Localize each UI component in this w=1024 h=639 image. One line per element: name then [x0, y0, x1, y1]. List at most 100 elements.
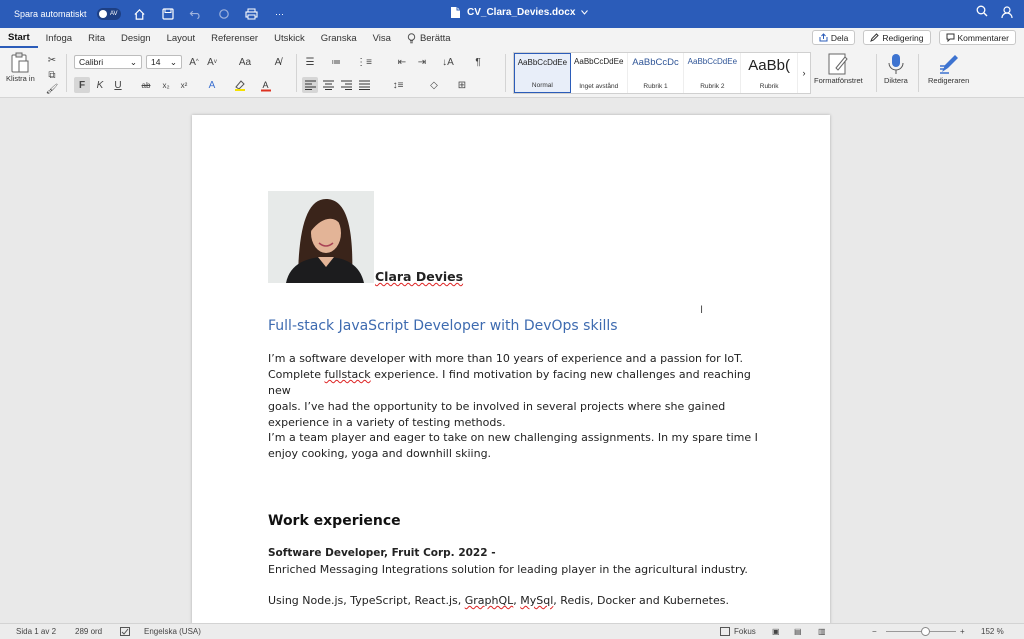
zoom-out-icon[interactable]: −: [872, 627, 877, 636]
intro-paragraph: I’m a software developer with more than …: [268, 352, 751, 429]
zoom-slider-knob[interactable]: [921, 627, 930, 636]
gallery-next-icon[interactable]: ›: [798, 53, 810, 93]
tab-rita[interactable]: Rita: [80, 28, 113, 48]
subscript-icon[interactable]: x₂: [158, 77, 174, 93]
font-size-select[interactable]: 14 ⌄: [146, 55, 182, 69]
tab-layout[interactable]: Layout: [159, 28, 204, 48]
editing-button[interactable]: Redigering: [863, 30, 931, 45]
bullets-icon[interactable]: ☰: [302, 54, 318, 70]
file-name: CV_Clara_Devies.docx: [467, 7, 576, 18]
tab-visa[interactable]: Visa: [365, 28, 399, 48]
second-paragraph: I’m a team player and eager to take on n…: [268, 431, 758, 460]
undo-icon[interactable]: [187, 5, 205, 23]
justify-icon[interactable]: [356, 77, 372, 93]
separator: [505, 54, 506, 92]
tab-referenser[interactable]: Referenser: [203, 28, 266, 48]
job-description: Enriched Messaging Integrations solution…: [268, 563, 748, 576]
tab-granska[interactable]: Granska: [313, 28, 365, 48]
search-icon[interactable]: [976, 5, 988, 17]
align-right-icon[interactable]: [338, 77, 354, 93]
more-icon[interactable]: ⋯: [271, 5, 289, 23]
chevron-down-icon: ⌄: [169, 56, 177, 67]
profile-photo[interactable]: [268, 191, 374, 283]
shading-icon[interactable]: ◇: [426, 77, 442, 93]
shrink-font-icon[interactable]: Av: [204, 54, 220, 70]
autosave-toggle[interactable]: AV: [96, 8, 121, 20]
format-painter-icon[interactable]: 🖌: [44, 81, 60, 97]
clear-formatting-icon[interactable]: A̸: [270, 54, 286, 70]
cut-icon[interactable]: ✂: [44, 52, 60, 68]
svg-text:A: A: [263, 80, 269, 90]
tab-beratta[interactable]: Berätta: [399, 28, 459, 48]
candidate-name: Clara Devies: [375, 269, 464, 284]
document-page[interactable]: Clara Devies Full-stack JavaScript Devel…: [192, 115, 830, 625]
zoom-in-icon[interactable]: +: [960, 627, 965, 636]
tab-utskick[interactable]: Utskick: [266, 28, 313, 48]
multilevel-list-icon[interactable]: ⋮≡: [356, 54, 372, 70]
highlight-icon[interactable]: [232, 77, 248, 93]
autosave-label: Spara automatiskt: [14, 9, 87, 19]
numbering-icon[interactable]: ≔: [328, 54, 344, 70]
print-icon[interactable]: [243, 5, 261, 23]
sort-icon[interactable]: ↓A: [440, 54, 456, 70]
language-indicator[interactable]: Engelska (USA): [144, 627, 201, 636]
microphone-icon: [888, 54, 904, 74]
focus-icon[interactable]: [720, 627, 730, 638]
italic-button[interactable]: K: [92, 77, 108, 93]
text-effects-icon[interactable]: A: [204, 77, 220, 93]
underline-button[interactable]: U: [110, 77, 126, 93]
styles-pane-button[interactable]: Formatfönstret: [814, 52, 863, 85]
pencil-icon: [870, 33, 880, 42]
separator: [66, 54, 67, 92]
change-case-icon[interactable]: Aa: [234, 54, 256, 70]
font-color-icon[interactable]: A: [258, 77, 274, 93]
save-icon[interactable]: [159, 5, 177, 23]
tab-design[interactable]: Design: [113, 28, 159, 48]
share-button[interactable]: Dela: [811, 30, 856, 45]
grow-font-icon[interactable]: A ^: [186, 54, 202, 70]
style-no-spacing[interactable]: AaBbCcDdEe Inget avstånd: [571, 53, 628, 93]
comments-button[interactable]: Kommentarer: [938, 30, 1016, 45]
zoom-level[interactable]: 152 %: [981, 627, 1004, 636]
paste-button[interactable]: Klistra in: [6, 52, 35, 83]
print-layout-icon[interactable]: ▣: [772, 627, 780, 636]
editor-button[interactable]: Redigeraren: [928, 52, 969, 85]
strikethrough-icon[interactable]: ab: [138, 77, 154, 93]
title-bar: Spara automatiskt AV ⋯ CV_Clara_Devies.d…: [0, 0, 1024, 28]
increase-indent-icon[interactable]: ⇥: [414, 54, 430, 70]
align-center-icon[interactable]: [320, 77, 336, 93]
style-heading-1[interactable]: AaBbCcDc Rubrik 1: [628, 53, 685, 93]
proofing-icon[interactable]: [120, 627, 130, 638]
borders-icon[interactable]: ⊞: [454, 77, 470, 93]
focus-label[interactable]: Fokus: [734, 627, 756, 636]
dictate-button[interactable]: Diktera: [884, 52, 908, 85]
document-icon: [451, 7, 460, 18]
font-name-select[interactable]: Calibri ⌄: [74, 55, 142, 69]
style-heading-2[interactable]: AaBbCcDdEe Rubrik 2: [684, 53, 742, 93]
home-icon[interactable]: [131, 5, 149, 23]
align-left-icon[interactable]: [302, 77, 318, 93]
account-icon[interactable]: [1000, 5, 1014, 19]
word-count[interactable]: 289 ord: [75, 627, 102, 636]
tab-infoga[interactable]: Infoga: [38, 28, 80, 48]
pilcrow-icon[interactable]: ¶: [470, 54, 486, 70]
superscript-icon[interactable]: x²: [176, 77, 192, 93]
style-normal[interactable]: AaBbCcDdEe Normal: [514, 53, 571, 93]
line-spacing-icon[interactable]: ↕≡: [390, 77, 406, 93]
headline: Full-stack JavaScript Developer with Dev…: [268, 318, 618, 334]
job-title: Software Developer, Fruit Corp. 2022 -: [268, 547, 496, 559]
separator: [296, 54, 297, 92]
chevron-down-icon: ⌄: [129, 56, 137, 67]
bold-button[interactable]: F: [74, 77, 90, 93]
page-count[interactable]: Sida 1 av 2: [16, 627, 56, 636]
style-title[interactable]: AaBb( Rubrik: [741, 53, 799, 93]
chevron-down-icon[interactable]: [581, 10, 589, 15]
styles-pane-icon: [828, 53, 849, 75]
work-experience-heading: Work experience: [268, 513, 401, 529]
web-layout-icon[interactable]: ▤: [794, 627, 802, 636]
tab-start[interactable]: Start: [0, 28, 38, 48]
decrease-indent-icon[interactable]: ⇤: [394, 54, 410, 70]
redo-icon[interactable]: [215, 5, 233, 23]
comment-icon: [946, 33, 954, 42]
read-mode-icon[interactable]: ▥: [818, 627, 826, 636]
